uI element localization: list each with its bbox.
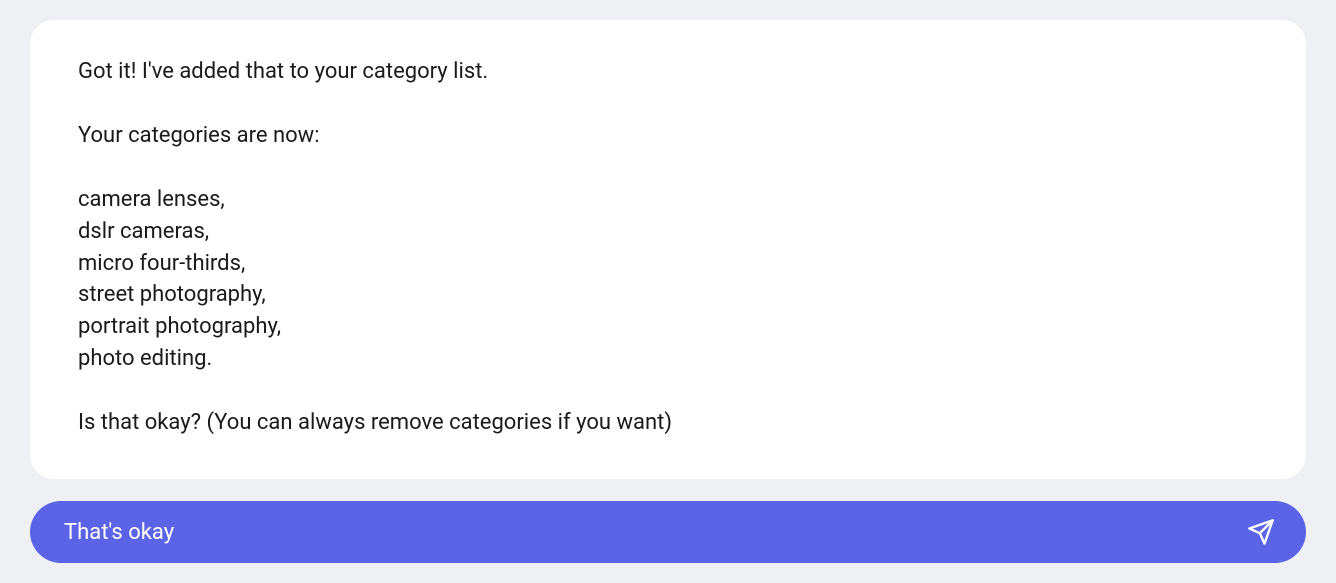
category-item: portrait photography,	[78, 311, 1258, 343]
assistant-message-card: Got it! I've added that to your category…	[30, 20, 1306, 479]
message-confirm-question: Is that okay? (You can always remove cat…	[78, 407, 1258, 439]
chat-input-bar[interactable]: That's okay	[30, 501, 1306, 563]
message-subhead: Your categories are now:	[78, 120, 1258, 152]
category-item: dslr cameras,	[78, 216, 1258, 248]
category-list: camera lenses, dslr cameras, micro four-…	[78, 184, 1258, 375]
category-item: micro four-thirds,	[78, 248, 1258, 280]
category-item: photo editing.	[78, 343, 1258, 375]
message-intro: Got it! I've added that to your category…	[78, 56, 1258, 88]
category-item: camera lenses,	[78, 184, 1258, 216]
send-icon[interactable]	[1246, 517, 1276, 547]
chat-input[interactable]: That's okay	[64, 520, 1246, 545]
category-item: street photography,	[78, 279, 1258, 311]
